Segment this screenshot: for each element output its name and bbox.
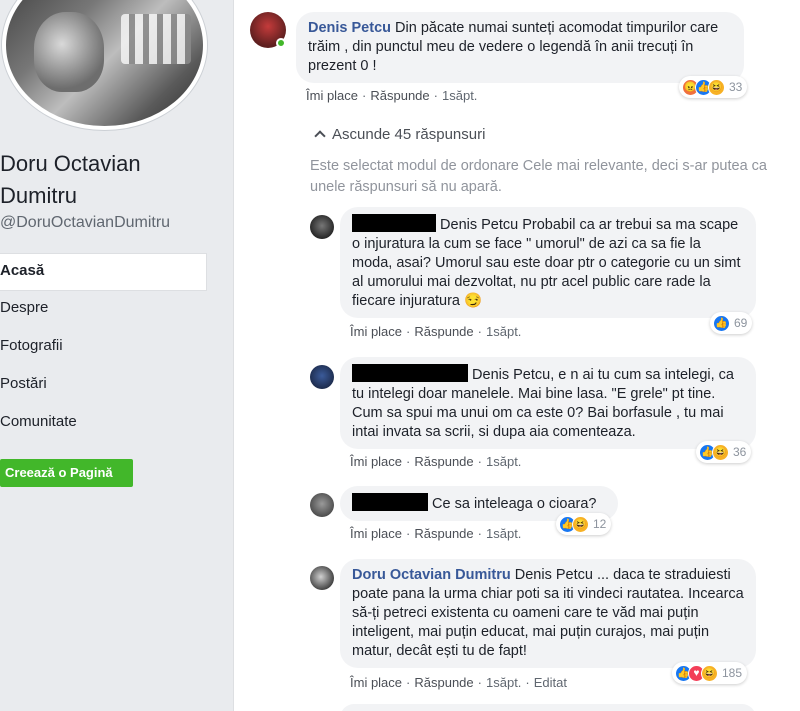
avatar[interactable] bbox=[310, 566, 334, 590]
reaction-count: 185 bbox=[722, 666, 743, 680]
haha-reaction-icon: 😆 bbox=[701, 664, 718, 682]
online-status-icon bbox=[276, 38, 286, 48]
reply-actions: Îmi place · Răspunde · 1săpt. bbox=[350, 454, 522, 469]
reactions-summary[interactable]: 👍 😆 36 bbox=[696, 441, 752, 463]
like-link[interactable]: Îmi place bbox=[350, 675, 402, 690]
timestamp[interactable]: 1săpt. bbox=[442, 88, 477, 103]
edited-label[interactable]: Editat bbox=[534, 675, 567, 690]
haha-reaction-icon: 😆 bbox=[708, 78, 725, 96]
reply-text: Ce sa inteleaga o cioara? bbox=[432, 496, 597, 512]
nav-item-photos[interactable]: Fotografii bbox=[0, 329, 207, 367]
avatar[interactable] bbox=[310, 215, 334, 239]
reply-actions: Îmi place · Răspunde · 1săpt. bbox=[350, 324, 522, 339]
page-title[interactable]: Doru Octavian Dumitru bbox=[0, 148, 220, 212]
comment-bubble: Denis Petcu Din păcate numai sunteți aco… bbox=[296, 12, 744, 83]
reply-actions: Îmi place · Răspunde · 1săpt. bbox=[350, 526, 522, 541]
comment-actions: Îmi place · Răspunde · 1săpt. bbox=[306, 88, 478, 103]
like-link[interactable]: Îmi place bbox=[350, 454, 402, 469]
like-link[interactable]: Îmi place bbox=[306, 88, 358, 103]
reply-link[interactable]: Răspunde bbox=[414, 454, 473, 469]
sort-notice: Este selectat modul de ordonare Cele mai… bbox=[310, 158, 767, 195]
reactions-summary[interactable]: 😠 👍 😆 33 bbox=[679, 76, 748, 98]
timestamp[interactable]: 1săpt. bbox=[486, 454, 521, 469]
avatar[interactable] bbox=[310, 365, 334, 389]
reply-link[interactable]: Răspunde bbox=[414, 526, 473, 541]
page-nav: Acasă Despre Fotografii Postări Comunita… bbox=[0, 253, 207, 443]
comment-author[interactable]: Denis Petcu bbox=[308, 20, 391, 36]
redacted-author bbox=[352, 364, 468, 382]
nav-item-home[interactable]: Acasă bbox=[0, 253, 207, 291]
hide-replies-link[interactable]: Ascunde 45 răspunsuri bbox=[314, 126, 486, 143]
reaction-count: 36 bbox=[733, 445, 747, 459]
nav-item-community[interactable]: Comunitate bbox=[0, 405, 207, 443]
page-handle[interactable]: @DoruOctavianDumitru bbox=[0, 214, 170, 232]
timestamp[interactable]: 1săpt. bbox=[486, 675, 521, 690]
page-sidebar: Doru Octavian Dumitru @DoruOctavianDumit… bbox=[0, 0, 234, 711]
redacted-author bbox=[352, 493, 428, 511]
reply-link[interactable]: Răspunde bbox=[414, 675, 473, 690]
profile-picture[interactable] bbox=[2, 0, 207, 130]
reactions-summary[interactable]: 👍 😆 12 bbox=[556, 513, 612, 535]
nav-item-about[interactable]: Despre bbox=[0, 291, 207, 329]
reaction-count: 33 bbox=[729, 80, 743, 94]
reply-bubble: Denis Petcu, e n ai tu cum sa intelegi, … bbox=[340, 357, 756, 449]
timestamp[interactable]: 1săpt. bbox=[486, 526, 521, 541]
haha-reaction-icon: 😆 bbox=[712, 443, 729, 461]
reply-link[interactable]: Răspunde bbox=[414, 324, 473, 339]
create-page-button[interactable]: Creează o Pagină bbox=[0, 459, 133, 487]
haha-reaction-icon: 😆 bbox=[572, 515, 589, 533]
chevron-up-icon bbox=[314, 130, 326, 142]
like-link[interactable]: Îmi place bbox=[350, 324, 402, 339]
reaction-count: 69 bbox=[734, 316, 748, 330]
like-link[interactable]: Îmi place bbox=[350, 526, 402, 541]
reply-author[interactable]: Doru Octavian Dumitru bbox=[352, 567, 511, 583]
reactions-summary[interactable]: 👍 ♥ 😆 185 bbox=[672, 662, 748, 684]
like-reaction-icon: 👍 bbox=[713, 314, 730, 332]
comments-feed: Denis Petcu Din păcate numai sunteți aco… bbox=[234, 0, 800, 711]
avatar[interactable] bbox=[310, 493, 334, 517]
nav-item-posts[interactable]: Postări bbox=[0, 367, 207, 405]
next-reply-bubble bbox=[340, 704, 756, 711]
reply-actions: Îmi place · Răspunde · 1săpt. · Editat bbox=[350, 675, 568, 690]
hide-replies-label: Ascunde 45 răspunsuri bbox=[332, 126, 486, 143]
redacted-author bbox=[352, 214, 436, 232]
reply-bubble: Denis Petcu Probabil ca ar trebui sa ma … bbox=[340, 207, 756, 318]
reaction-count: 12 bbox=[593, 517, 607, 531]
reply-link[interactable]: Răspunde bbox=[370, 88, 429, 103]
timestamp[interactable]: 1săpt. bbox=[486, 324, 521, 339]
reply-bubble: Doru Octavian Dumitru Denis Petcu ... da… bbox=[340, 559, 756, 668]
reactions-summary[interactable]: 👍 69 bbox=[710, 312, 753, 334]
